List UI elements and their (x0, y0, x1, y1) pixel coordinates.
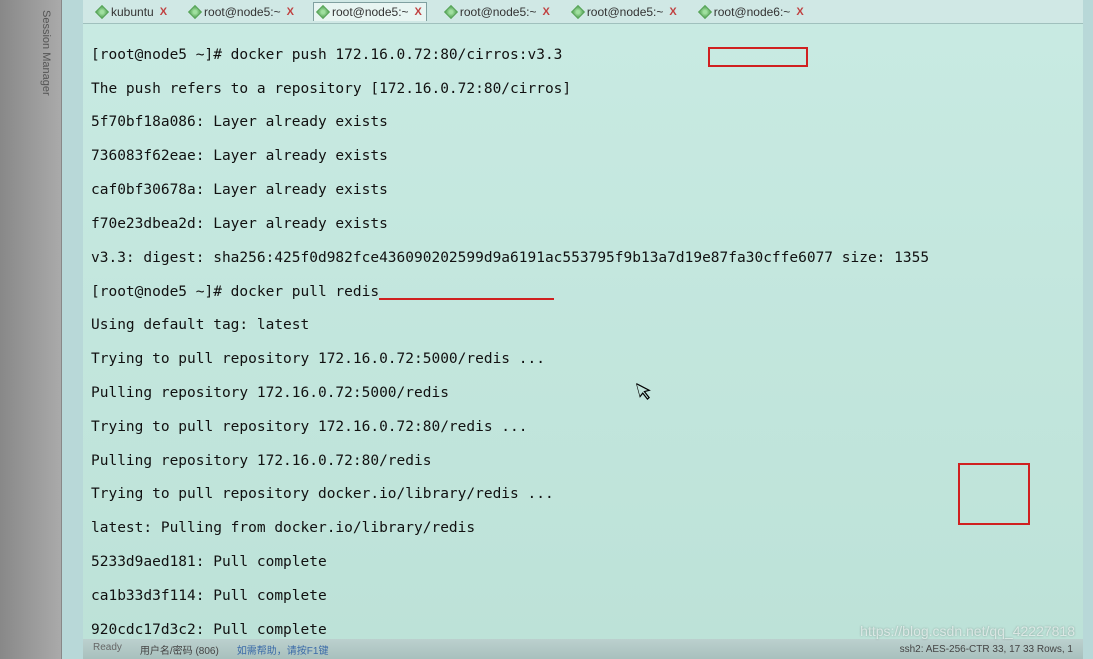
close-icon[interactable]: X (413, 6, 422, 18)
term-line: [root@node5 ~]# docker push 172.16.0.72:… (91, 47, 1075, 64)
ready-label: Ready (93, 642, 122, 657)
status-left-2: 如需帮助，请按F1键 (237, 642, 329, 657)
tab-node5-3[interactable]: root@node5:~ X (442, 3, 554, 21)
term-line: Pulling repository 172.16.0.72:5000/redi… (91, 385, 1075, 402)
status-bar: Ready 用户名/密码 (806) 如需帮助，请按F1键 ssh2: AES-… (83, 639, 1083, 659)
close-icon[interactable]: X (285, 6, 294, 18)
term-line: 5f70bf18a086: Layer already exists (91, 114, 1075, 131)
session-icon (95, 4, 109, 18)
session-icon (444, 4, 458, 18)
term-line: 5233d9aed181: Pull complete (91, 554, 1075, 571)
term-line: Using default tag: latest (91, 317, 1075, 334)
session-icon (316, 5, 330, 19)
close-icon[interactable]: X (794, 6, 803, 18)
term-line: The push refers to a repository [172.16.… (91, 81, 1075, 98)
terminal-output[interactable]: [root@node5 ~]# docker push 172.16.0.72:… (83, 24, 1083, 639)
terminal-window: kubuntu X root@node5:~ X root@node5:~ X … (83, 0, 1083, 659)
tab-node5-4[interactable]: root@node5:~ X (569, 3, 681, 21)
term-line: 736083f62eae: Layer already exists (91, 148, 1075, 165)
term-line: caf0bf30678a: Layer already exists (91, 182, 1075, 199)
term-line: Pulling repository 172.16.0.72:80/redis (91, 453, 1075, 470)
tab-label: root@node6:~ (714, 5, 791, 19)
term-line: f70e23dbea2d: Layer already exists (91, 216, 1075, 233)
tab-label: root@node5:~ (460, 5, 537, 19)
close-icon[interactable]: X (667, 6, 676, 18)
tab-node6[interactable]: root@node6:~ X (696, 3, 808, 21)
tab-label: kubuntu (111, 5, 154, 19)
close-icon[interactable]: X (540, 6, 549, 18)
tab-label: root@node5:~ (332, 5, 409, 19)
session-manager-label: Session Manager (40, 10, 52, 96)
session-icon (188, 4, 202, 18)
annotation-box-bottom (958, 463, 1030, 525)
status-left-1: 用户名/密码 (806) (140, 642, 219, 657)
session-icon (571, 4, 585, 18)
term-line: Trying to pull repository 172.16.0.72:80… (91, 419, 1075, 436)
term-line: [root@node5 ~]# docker pull redis (91, 284, 1075, 301)
term-line: latest: Pulling from docker.io/library/r… (91, 520, 1075, 537)
tab-node5-2-active[interactable]: root@node5:~ X (313, 2, 427, 21)
tab-bar: kubuntu X root@node5:~ X root@node5:~ X … (83, 0, 1083, 24)
term-line: Trying to pull repository 172.16.0.72:50… (91, 351, 1075, 368)
term-line: ca1b33d3f114: Pull complete (91, 588, 1075, 605)
term-line: v3.3: digest: sha256:425f0d982fce4360902… (91, 250, 1075, 267)
annotation-box-top (708, 47, 808, 67)
session-icon (698, 4, 712, 18)
session-manager-sidebar[interactable]: Session Manager (0, 0, 62, 659)
status-right: ssh2: AES-256-CTR 33, 17 33 Rows, 1 (900, 644, 1073, 655)
tab-label: root@node5:~ (587, 5, 664, 19)
watermark-text: https://blog.csdn.net/qq_42227818 (860, 623, 1075, 639)
tab-label: root@node5:~ (204, 5, 281, 19)
annotation-underline (379, 284, 554, 300)
tab-node5-1[interactable]: root@node5:~ X (186, 3, 298, 21)
close-icon[interactable]: X (158, 6, 167, 18)
term-line: Trying to pull repository docker.io/libr… (91, 486, 1075, 503)
tab-kubuntu[interactable]: kubuntu X (93, 3, 171, 21)
